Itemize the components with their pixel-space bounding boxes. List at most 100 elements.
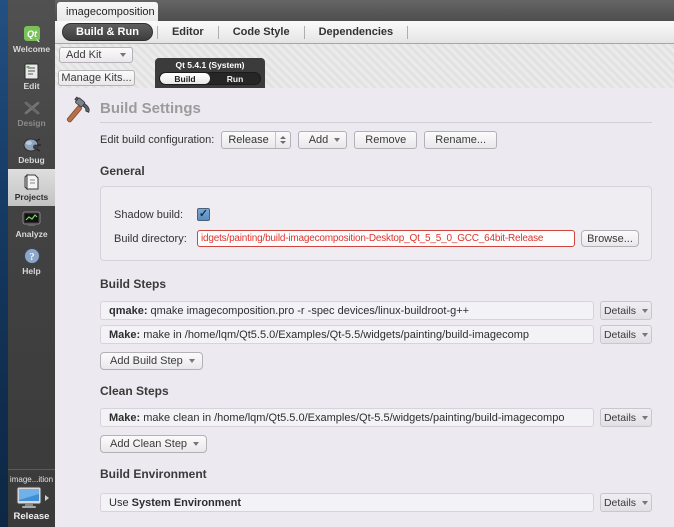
environment-summary[interactable]: Use System Environment [100,493,594,512]
sidebar-item-welcome[interactable]: Qt Welcome [8,21,55,58]
browse-button[interactable]: Browse... [581,230,639,247]
step-prefix: qmake: [109,305,148,317]
main-area: imagecomposition Build & Run Editor Code… [55,0,674,527]
sidebar-item-debug[interactable]: Debug [8,132,55,169]
configuration-value: Release [222,134,274,146]
details-button[interactable]: Details [600,325,652,344]
chevron-down-icon [642,333,648,337]
tab-code-style[interactable]: Code Style [221,26,302,38]
chevron-down-icon [642,501,648,505]
chevron-down-icon [193,442,199,446]
help-icon: ? [22,247,42,265]
configuration-select[interactable]: Release [221,131,290,149]
build-step-row-qmake: qmake: qmake imagecomposition.pro -r -sp… [100,301,652,320]
spinner-arrows-icon [275,132,290,148]
step-prefix: Make: [109,412,140,424]
chevron-down-icon [334,138,340,142]
kit-name: Qt 5.4.1 (System) [159,60,261,72]
chevron-down-icon [120,53,126,57]
chevron-down-icon [642,309,648,313]
shadow-build-checkbox[interactable] [197,208,210,221]
document-tab-bar: imagecomposition [55,0,674,21]
sidebar-item-label: Debug [18,155,44,165]
sidebar-item-label: Help [22,266,40,276]
clean-steps-heading: Clean Steps [100,384,652,398]
clean-step-summary[interactable]: Make: make clean in /home/lqm/Qt5.5.0/Ex… [100,408,594,427]
chevron-down-icon [189,359,195,363]
general-group: Shadow build: Build directory: Browse... [100,186,652,261]
mode-sidebar: Qt Welcome Edit Design Debug Projects An… [8,0,55,527]
add-build-step-button[interactable]: Add Build Step [100,352,203,370]
details-button[interactable]: Details [600,408,652,427]
add-clean-step-button[interactable]: Add Clean Step [100,435,207,453]
target-selector[interactable]: image...ition Release [8,469,55,522]
shadow-build-label: Shadow build: [114,209,197,221]
analyze-icon [22,210,42,228]
step-prefix: Make: [109,329,140,341]
debug-icon [22,136,42,154]
sidebar-item-label: Welcome [13,44,50,54]
svg-text:Qt: Qt [27,29,38,39]
monitor-icon [15,486,43,509]
sidebar-item-design: Design [8,95,55,132]
design-icon [22,99,42,117]
desktop-background-strip [0,0,8,527]
sidebar-item-projects[interactable]: Projects [8,169,55,206]
build-steps-heading: Build Steps [100,277,652,291]
add-build-step-label: Add Build Step [110,355,183,367]
document-tab-label: imagecomposition [66,6,155,18]
tab-editor[interactable]: Editor [160,26,216,38]
tab-build-and-run[interactable]: Build & Run [62,23,153,41]
target-config-label: Release [14,511,50,522]
target-expand-icon [45,495,49,501]
chevron-down-icon [642,416,648,420]
build-step-summary[interactable]: qmake: qmake imagecomposition.pro -r -sp… [100,301,594,320]
details-button[interactable]: Details [600,301,652,320]
add-clean-step-label: Add Clean Step [110,438,187,450]
build-directory-label: Build directory: [114,233,197,245]
svg-text:?: ? [29,251,35,263]
step-command: make clean in /home/lqm/Qt5.5.0/Examples… [143,412,564,424]
details-label: Details [604,329,636,341]
build-environment-heading: Build Environment [100,467,652,481]
details-label: Details [604,412,636,424]
build-step-summary[interactable]: Make: make in /home/lqm/Qt5.5.0/Examples… [100,325,594,344]
build-environment-row: Use System Environment Details [100,493,652,512]
add-configuration-button[interactable]: Add [298,131,348,149]
add-kit-button[interactable]: Add Kit [59,47,133,63]
add-configuration-label: Add [309,134,329,146]
clean-step-row-make: Make: make clean in /home/lqm/Qt5.5.0/Ex… [100,408,652,427]
kit-tab-build[interactable]: Build [160,73,210,84]
kit-tab-switch: Build Run [159,72,261,85]
general-heading: General [100,164,652,178]
remove-configuration-button[interactable]: Remove [354,131,417,149]
rename-configuration-label: Rename... [435,134,486,146]
tab-dependencies[interactable]: Dependencies [307,26,406,38]
target-project-name: image...ition [10,475,53,484]
edit-icon [22,62,42,80]
environment-prefix: Use [109,497,129,509]
rename-configuration-button[interactable]: Rename... [424,131,497,149]
kit-strip: Add Kit Manage Kits... Qt 5.4.1 (System)… [55,44,674,88]
browse-label: Browse... [587,233,633,245]
projects-icon [22,173,42,191]
edit-configuration-row: Edit build configuration: Release Add Re… [100,130,652,149]
sidebar-item-help[interactable]: ? Help [8,243,55,280]
sidebar-item-label: Projects [15,192,49,202]
sidebar-item-edit[interactable]: Edit [8,58,55,95]
details-label: Details [604,305,636,317]
step-command: make in /home/lqm/Qt5.5.0/Examples/Qt-5.… [143,329,529,341]
sidebar-item-analyze[interactable]: Analyze [8,206,55,243]
qt-logo-icon: Qt [22,25,42,43]
kit-selector-card: Qt 5.4.1 (System) Build Run [155,58,265,88]
document-tab-imagecomposition[interactable]: imagecomposition [57,2,158,21]
sidebar-item-label: Edit [23,81,39,91]
build-step-row-make: Make: make in /home/lqm/Qt5.5.0/Examples… [100,325,652,344]
kit-tab-run[interactable]: Run [210,73,260,84]
sidebar-item-label: Analyze [15,229,47,239]
hammer-icon [60,96,92,133]
details-button[interactable]: Details [600,493,652,512]
manage-kits-button[interactable]: Manage Kits... [58,70,135,86]
remove-configuration-label: Remove [365,134,406,146]
build-directory-input[interactable] [197,230,575,247]
